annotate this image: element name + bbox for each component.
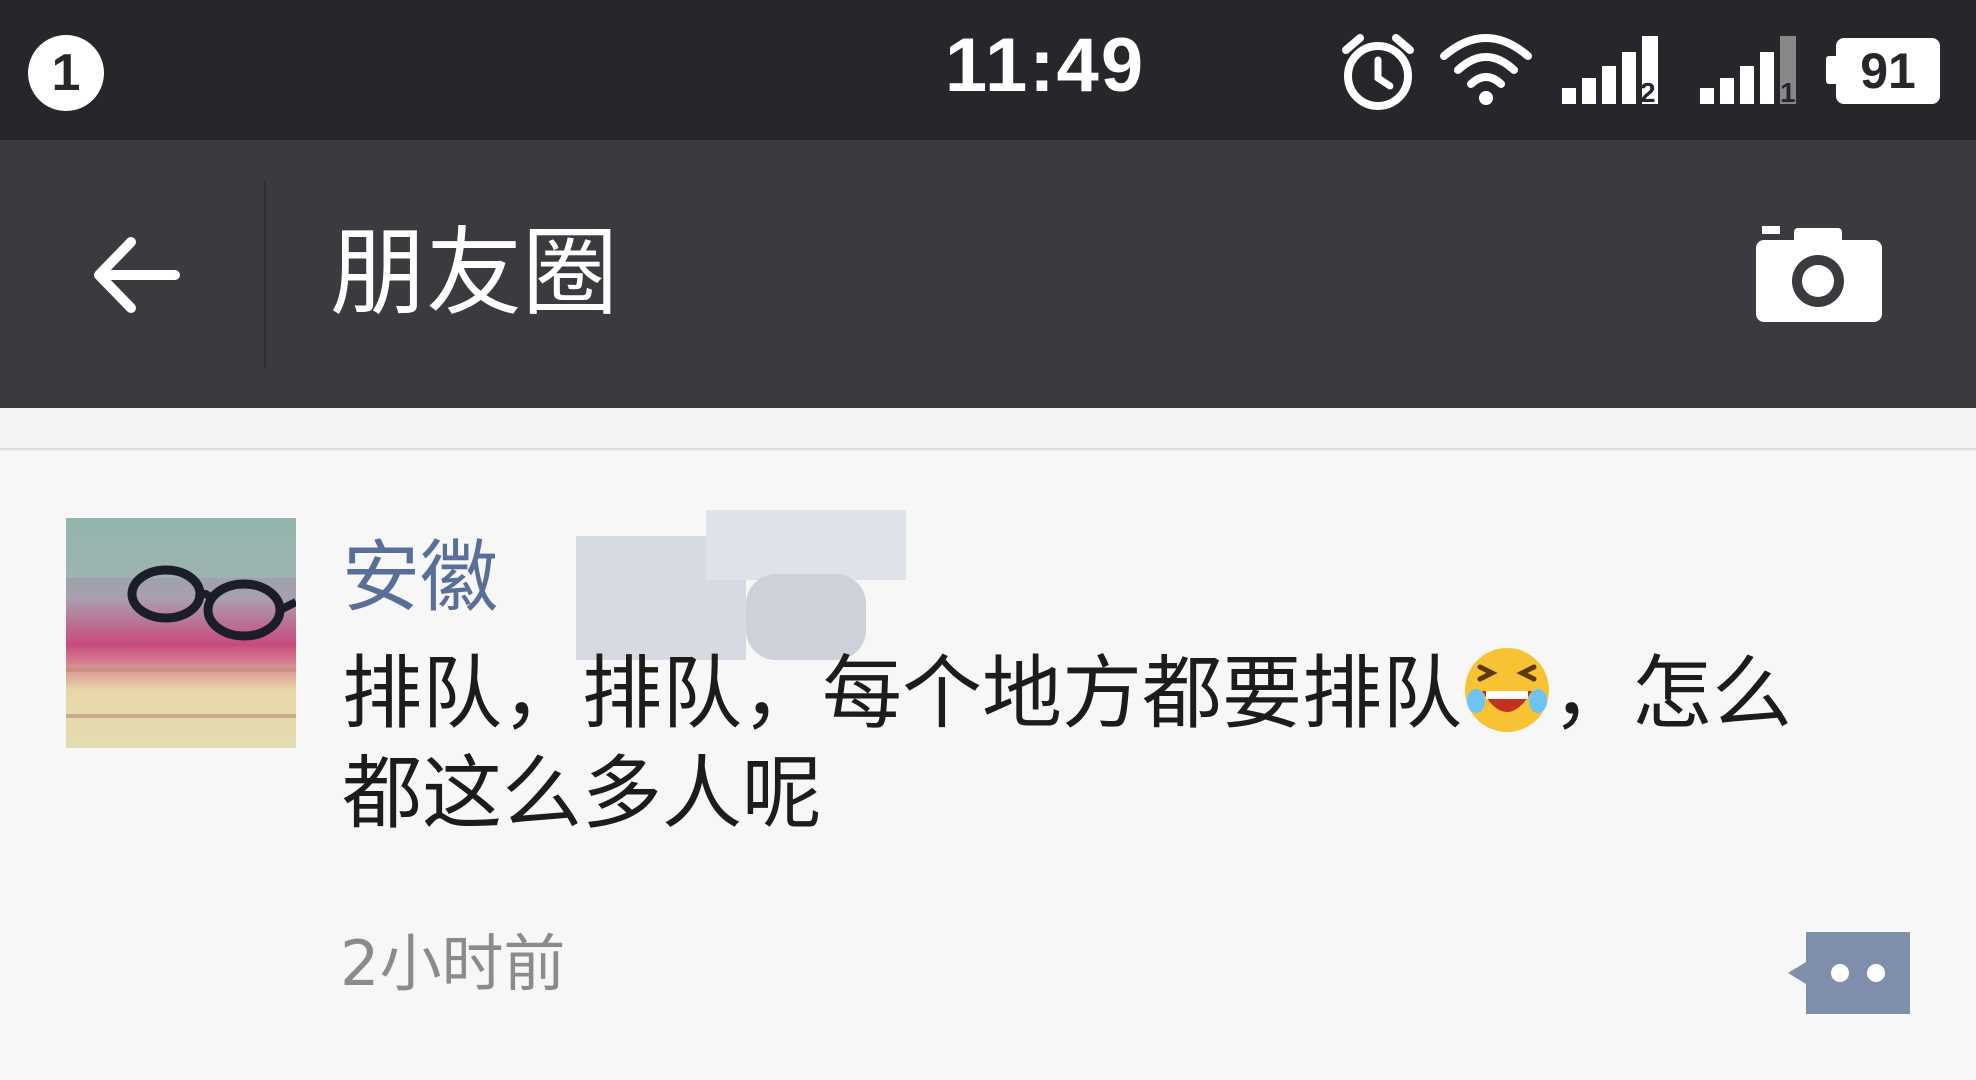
- arrow-left-icon: [94, 237, 180, 313]
- feed-divider: [0, 448, 1976, 450]
- signal-sim2-icon: 2: [1562, 36, 1658, 106]
- post-text-line-2: 都这么多人呢: [342, 747, 822, 840]
- moment-post: 安徽 排队，排队，每个地方都要排队 ，怎么 都这么多人呢 2小时前: [0, 452, 1976, 1080]
- name-redaction: [576, 510, 906, 660]
- comment-bubble-icon[interactable]: [1784, 928, 1914, 1018]
- alarm-icon: [1342, 34, 1414, 110]
- signal-sim1-icon: 1: [1700, 36, 1796, 106]
- post-text-line-1: 排队，排队，每个地方都要排队 ，怎么: [342, 644, 1882, 744]
- author-name[interactable]: 安徽: [342, 530, 498, 626]
- status-time: 11:49: [944, 23, 1146, 108]
- battery-level: 91: [1836, 38, 1940, 104]
- page-title: 朋友圈: [330, 217, 618, 329]
- camera-icon[interactable]: [1754, 224, 1884, 324]
- nav-divider: [264, 180, 266, 368]
- sim2-label: 2: [1640, 77, 1656, 106]
- sim1-label: 1: [1780, 77, 1796, 106]
- avatar[interactable]: [66, 518, 296, 748]
- post-text-segment: ，怎么: [1552, 647, 1792, 740]
- back-button[interactable]: [60, 210, 210, 340]
- wifi-icon: [1440, 34, 1532, 105]
- battery-icon: 91: [1826, 38, 1946, 104]
- status-bar: 1 11:49 2 1 91: [0, 0, 1976, 140]
- nav-bar: 朋友圈: [0, 140, 1976, 408]
- post-text: 排队，排队，每个地方都要排队 ，怎么 都这么多人呢: [342, 644, 1882, 844]
- notification-badge: 1: [28, 35, 104, 111]
- post-text-segment: 排队，排队，每个地方都要排队: [342, 647, 1462, 740]
- post-timestamp: 2小时前: [340, 927, 566, 1000]
- laughing-crying-face-icon: [1465, 648, 1549, 732]
